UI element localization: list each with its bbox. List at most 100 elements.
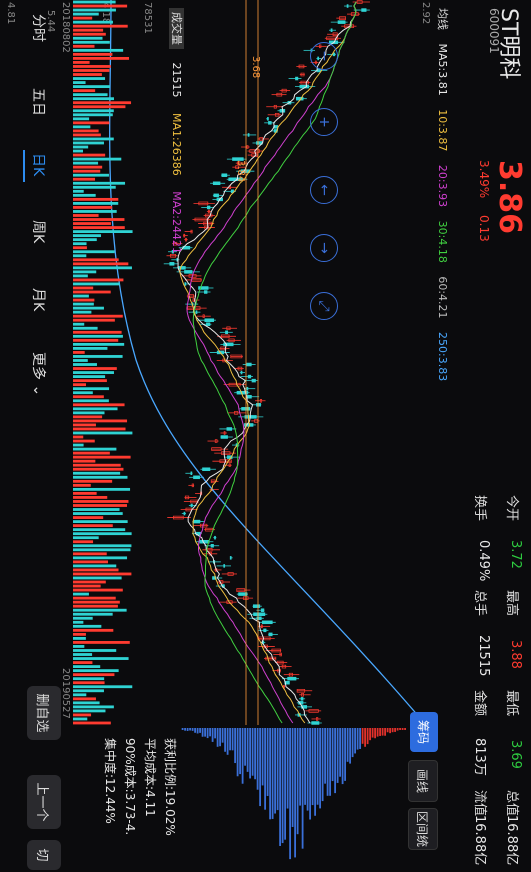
next-stock-button[interactable]: 切 (27, 840, 61, 870)
tab-daily-k[interactable]: 日K (29, 153, 49, 176)
volume-bar (73, 89, 96, 93)
drawline-tab[interactable]: 画线 (408, 760, 438, 802)
amount-value: 813万 (472, 738, 487, 776)
remove-watchlist-button[interactable]: 删自选 (27, 686, 61, 740)
zoom-in-button[interactable]: + (310, 108, 338, 136)
cost-90: 90%成本:3.73-4. (123, 738, 137, 836)
move-left-button[interactable]: ← (310, 176, 338, 204)
volume-bar (73, 556, 128, 560)
date-start: 20180802 (60, 2, 71, 53)
volume-bar (73, 278, 124, 282)
volume-header: 成交量 21515 MA1:26386 MA2:24421 (169, 8, 185, 254)
ma-label: 均线 (436, 8, 449, 30)
volume-bar (73, 101, 132, 105)
volume-bar (73, 173, 109, 177)
chip-bar (181, 728, 184, 730)
total-hands-value: 21515 (476, 635, 491, 677)
candle-body (261, 620, 273, 625)
volume-bar (73, 427, 126, 431)
candle-body (212, 181, 221, 186)
chip-bar (229, 728, 231, 751)
candle-body (311, 721, 320, 725)
candle-body (361, 8, 367, 12)
volume-bar (73, 218, 125, 221)
chip-bar (396, 728, 399, 731)
candle-body (287, 676, 297, 681)
chip-bar (386, 728, 389, 733)
chip-bar (189, 728, 191, 731)
chip-bar (216, 728, 219, 747)
high-value: 3.88 (508, 640, 523, 669)
volume-bar (73, 129, 99, 133)
volume-bar (73, 36, 103, 40)
candle-body (256, 616, 262, 621)
volume-bar (73, 322, 85, 326)
volume-bar (73, 616, 93, 620)
candle-body (184, 270, 193, 274)
volume-bar (73, 302, 94, 306)
candle-body (263, 628, 267, 633)
amount-label: 金额 (472, 690, 487, 717)
chip-bar (299, 728, 301, 806)
volume-bar (73, 701, 100, 705)
volume-bar (73, 326, 98, 330)
candle-body (202, 467, 211, 471)
volume-bar (73, 169, 101, 173)
volume-bar (73, 693, 87, 697)
volume-bar (73, 246, 87, 250)
chip-bar (214, 728, 216, 739)
tab-weekly-k[interactable]: 周K (29, 220, 49, 243)
chip-tab[interactable]: 筹码 (410, 712, 438, 752)
volume-bar (73, 97, 114, 101)
volume-bar (73, 314, 123, 318)
volume-bar (73, 242, 87, 246)
volume-bar (73, 636, 86, 640)
candle-body (337, 20, 346, 24)
range-tab[interactable]: 区间统 (408, 808, 438, 850)
volume-bar (73, 713, 92, 717)
reset-button[interactable]: ⤢ (310, 292, 338, 320)
volume-bar (73, 153, 106, 157)
prev-stock-button[interactable]: 上一个 (27, 775, 61, 829)
tab-five-day[interactable]: 五日 (29, 88, 49, 116)
chip-bar (206, 728, 209, 739)
tab-intraday[interactable]: 分时 (29, 14, 49, 42)
tab-monthly-k[interactable]: 月K (29, 288, 49, 311)
volume-bar (73, 375, 106, 379)
chip-bar (284, 728, 286, 840)
volume-bar (73, 576, 122, 580)
open-label: 今开 (504, 495, 519, 522)
volume-bar (73, 28, 104, 32)
volume-bar (73, 685, 133, 689)
volume-ma2: MA2:24421 (170, 191, 183, 254)
volume-bar (73, 4, 128, 8)
candle-body (247, 133, 250, 137)
chip-bar (306, 728, 309, 811)
chip-bar (334, 728, 336, 794)
chip-bar (281, 728, 284, 844)
volume-bar (73, 371, 114, 374)
volume-bar (73, 367, 117, 370)
volume-bar (73, 391, 93, 395)
chip-bar (364, 728, 366, 747)
volume-bar (73, 677, 105, 681)
volume-bar (73, 628, 114, 632)
volume-bar (73, 16, 93, 20)
volume-bar (73, 580, 106, 584)
volume-bar (73, 250, 115, 254)
zoom-out-button[interactable]: − (310, 42, 338, 70)
volume-bar (73, 564, 117, 568)
candle-body (184, 282, 187, 286)
volume-bar (73, 282, 120, 286)
move-right-button[interactable]: → (310, 234, 338, 262)
volume-bar (73, 286, 94, 290)
volume-bar (73, 230, 133, 234)
tab-more[interactable]: 更多 ⌄ (29, 352, 49, 396)
volume-bar (73, 346, 108, 350)
candle-body (346, 4, 349, 8)
ma250-line (109, 0, 427, 725)
volume-bar (73, 483, 91, 487)
chip-bar (256, 728, 259, 790)
chip-bar (221, 728, 224, 743)
volume-badge[interactable]: 成交量 (169, 8, 184, 49)
